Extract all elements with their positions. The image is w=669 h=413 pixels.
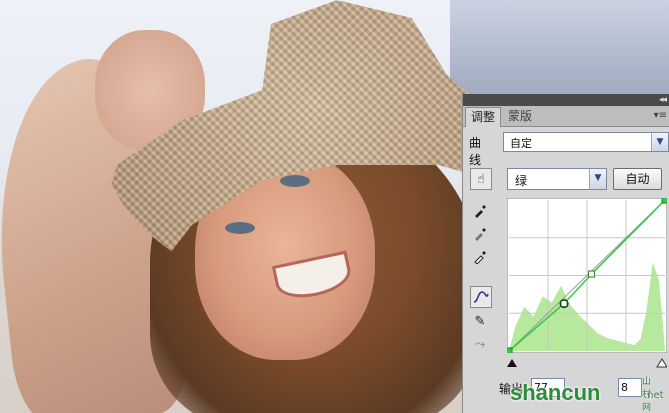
white-eyedropper-icon[interactable]: [470, 247, 490, 267]
curve-control-point: [507, 347, 513, 353]
panel-menu-icon[interactable]: ▾≡: [654, 110, 667, 121]
on-image-adjust-icon[interactable]: ☝: [470, 168, 492, 190]
pencil-draw-icon[interactable]: ✎: [470, 311, 490, 331]
curve-control-point: [560, 300, 568, 308]
watermark-text: shancun: [510, 380, 601, 405]
chevron-down-icon[interactable]: ▼: [589, 169, 606, 189]
adjustments-panel: ◂◂ 调整 蒙版 ▾≡ 曲线 自定 ▼ ☝ ✎ ⤳ 绿 ▼ 自动 输出: 77 …: [462, 94, 669, 413]
photo-eye-right: [280, 175, 310, 187]
smooth-curve-icon[interactable]: ⤳: [470, 334, 490, 354]
black-eyedropper-icon[interactable]: [470, 201, 490, 221]
watermark-tld: .net: [644, 390, 664, 401]
curve-control-point: [588, 270, 596, 278]
panel-title-bar: ◂◂: [463, 94, 669, 106]
curves-graph[interactable]: [507, 198, 667, 353]
panel-tab-bar: 调整 蒙版 ▾≡: [463, 106, 669, 127]
white-point-slider-icon: [656, 358, 668, 368]
preset-dropdown[interactable]: 自定 ▼: [503, 132, 669, 152]
chevron-down-icon[interactable]: ▼: [651, 133, 668, 151]
black-point-slider-icon: [507, 359, 517, 367]
input-value-field[interactable]: 8: [618, 378, 642, 397]
curves-tool-column: ☝ ✎ ⤳: [470, 168, 492, 357]
gray-eyedropper-icon[interactable]: [470, 224, 490, 244]
photo-eye-left: [225, 222, 255, 234]
tab-masks[interactable]: 蒙版: [503, 107, 537, 126]
input-slider[interactable]: [507, 356, 668, 368]
auto-button[interactable]: 自动: [613, 168, 662, 190]
preset-value: 自定: [510, 137, 532, 150]
channel-dropdown[interactable]: 绿 ▼: [507, 168, 607, 190]
tab-adjustments[interactable]: 调整: [465, 107, 502, 127]
collapse-panel-icon[interactable]: ◂◂: [659, 94, 667, 106]
curve-point-tool-icon[interactable]: [470, 286, 492, 308]
curve-control-point: [661, 198, 667, 204]
curves-label: 曲线: [469, 136, 482, 167]
curves-chart[interactable]: [507, 198, 667, 353]
channel-value: 绿: [515, 174, 528, 188]
